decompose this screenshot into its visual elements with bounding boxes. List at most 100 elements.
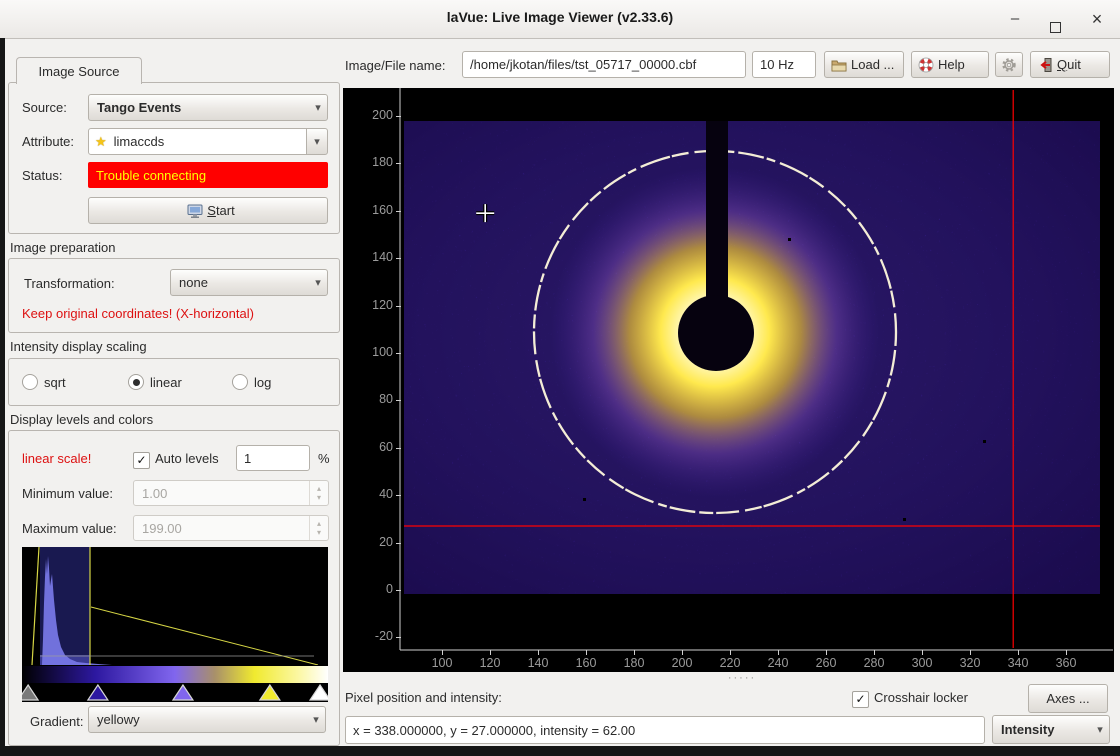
y-tick-label: 80 xyxy=(347,392,393,406)
display-mode-combo[interactable]: Intensity ▾ xyxy=(992,715,1110,744)
lifebuoy-icon xyxy=(918,57,934,73)
levels-histogram-widget[interactable] xyxy=(22,547,328,702)
status-badge: Trouble connecting xyxy=(88,162,328,188)
gradient-value: yellowy xyxy=(89,712,307,727)
maximum-value-spinbox[interactable]: 199.00 ▴▾ xyxy=(133,515,329,541)
maximize-icon[interactable] xyxy=(1042,8,1068,30)
status-label: Status: xyxy=(22,168,62,183)
display-mode-value: Intensity xyxy=(993,722,1091,737)
window-left-border xyxy=(0,38,5,756)
log-radio[interactable]: log xyxy=(232,374,271,390)
y-tick-mark xyxy=(396,258,401,259)
quit-button-label: Quit xyxy=(1057,57,1081,72)
gradient-marker-triangle[interactable] xyxy=(88,685,108,700)
x-tick-label: 220 xyxy=(710,656,750,670)
sqrt-radio-label: sqrt xyxy=(44,375,66,390)
start-button-label: Start xyxy=(207,203,234,218)
gradient-marker-triangle[interactable] xyxy=(260,685,280,700)
x-tick-mark xyxy=(1066,650,1067,655)
settings-button[interactable] xyxy=(995,52,1023,77)
image-preparation-header: Image preparation xyxy=(10,240,116,255)
x-tick-label: 360 xyxy=(1046,656,1086,670)
axes-button[interactable]: Axes ... xyxy=(1028,684,1108,713)
x-tick-label: 120 xyxy=(470,656,510,670)
refresh-rate-field[interactable]: 10 Hz xyxy=(752,51,816,78)
window-bottom-border xyxy=(0,746,1120,756)
y-tick-mark xyxy=(396,448,401,449)
x-tick-mark xyxy=(1018,650,1019,655)
gradient-marker-triangle[interactable] xyxy=(310,685,328,700)
linear-radio[interactable]: linear xyxy=(128,374,182,390)
gradient-marker-triangle[interactable] xyxy=(173,685,193,700)
tab-image-source[interactable]: Image Source xyxy=(16,57,142,84)
file-name-input[interactable]: /home/jkotan/files/tst_05717_00000.cbf xyxy=(462,51,746,78)
close-icon[interactable]: × xyxy=(1084,8,1110,30)
x-tick-label: 160 xyxy=(566,656,606,670)
y-tick-label: 20 xyxy=(347,535,393,549)
auto-levels-label: Auto levels xyxy=(155,451,219,466)
linear-radio-label: linear xyxy=(150,375,182,390)
image-plot[interactable]: 1001201401601802002202402602803003203403… xyxy=(343,88,1114,672)
y-tick-mark xyxy=(396,163,401,164)
quit-button[interactable]: Quit xyxy=(1030,51,1110,78)
transformation-value: none xyxy=(171,275,309,290)
crosshair-locker-checkbox[interactable]: ✓ xyxy=(852,691,869,708)
y-tick-label: 160 xyxy=(347,203,393,217)
levels-header: Display levels and colors xyxy=(10,412,153,427)
x-tick-mark xyxy=(970,650,971,655)
minimum-value-label: Minimum value: xyxy=(22,486,113,501)
auto-levels-checkbox[interactable]: ✓ xyxy=(133,452,150,469)
y-tick-mark xyxy=(396,543,401,544)
pixel-position-input[interactable]: x = 338.000000, y = 27.000000, intensity… xyxy=(345,716,985,744)
transformation-combo[interactable]: none ▾ xyxy=(170,269,328,296)
attribute-value: limaccds xyxy=(107,134,165,149)
x-tick-label: 340 xyxy=(998,656,1038,670)
coordinates-warning: Keep original coordinates! (X-horizontal… xyxy=(22,306,254,321)
spinner-arrows-icon[interactable]: ▴▾ xyxy=(309,481,328,505)
x-tick-mark xyxy=(586,650,587,655)
source-combo-value: Tango Events xyxy=(89,100,309,115)
auto-levels-input[interactable]: 1 xyxy=(236,445,310,471)
gradient-marker-triangle[interactable] xyxy=(22,685,38,700)
attribute-dropdown-button[interactable]: ▾ xyxy=(306,128,328,155)
x-tick-mark xyxy=(538,650,539,655)
sqrt-radio[interactable]: sqrt xyxy=(22,374,66,390)
file-name-value: /home/jkotan/files/tst_05717_00000.cbf xyxy=(463,57,696,72)
pixel-position-label: Pixel position and intensity: xyxy=(345,690,502,705)
source-combo[interactable]: Tango Events ▾ xyxy=(88,94,328,121)
intensity-scaling-header: Intensity display scaling xyxy=(10,339,147,354)
x-tick-mark xyxy=(730,650,731,655)
x-tick-label: 140 xyxy=(518,656,558,670)
diffraction-image[interactable] xyxy=(404,121,1100,594)
minimize-icon[interactable]: – xyxy=(1002,8,1028,30)
gradient-label: Gradient: xyxy=(30,714,83,729)
y-tick-mark xyxy=(396,637,401,638)
x-tick-mark xyxy=(874,650,875,655)
spinner-arrows-icon[interactable]: ▴▾ xyxy=(309,516,328,540)
star-icon: ★ xyxy=(89,134,107,150)
attribute-input[interactable]: ★ limaccds xyxy=(88,128,307,155)
x-tick-label: 320 xyxy=(950,656,990,670)
diffraction-scene[interactable] xyxy=(343,88,1114,672)
splitter-handle[interactable]: ····· xyxy=(712,674,772,682)
pixel-position-value: x = 338.000000, y = 27.000000, intensity… xyxy=(346,723,635,738)
maximum-value: 199.00 xyxy=(134,521,309,536)
minimum-value-spinbox[interactable]: 1.00 ▴▾ xyxy=(133,480,329,506)
load-button[interactable]: Load ... xyxy=(824,51,904,78)
gradient-marker-triangles[interactable] xyxy=(22,683,328,702)
y-tick-mark xyxy=(396,116,401,117)
gradient-combo[interactable]: yellowy ▾ xyxy=(88,706,326,733)
help-button[interactable]: Help xyxy=(911,51,989,78)
y-tick-label: 140 xyxy=(347,250,393,264)
refresh-rate-value: 10 Hz xyxy=(753,57,794,72)
y-tick-label: 200 xyxy=(347,108,393,122)
window-title: laVue: Live Image Viewer (v2.33.6) xyxy=(0,9,1120,25)
maximize-box-icon xyxy=(1050,22,1061,33)
exit-door-icon xyxy=(1037,57,1053,73)
start-button[interactable]: Start xyxy=(88,197,328,224)
x-tick-mark xyxy=(682,650,683,655)
log-radio-label: log xyxy=(254,375,271,390)
help-button-label: Help xyxy=(938,57,965,72)
minimum-value: 1.00 xyxy=(134,486,309,501)
attribute-label: Attribute: xyxy=(22,134,74,149)
